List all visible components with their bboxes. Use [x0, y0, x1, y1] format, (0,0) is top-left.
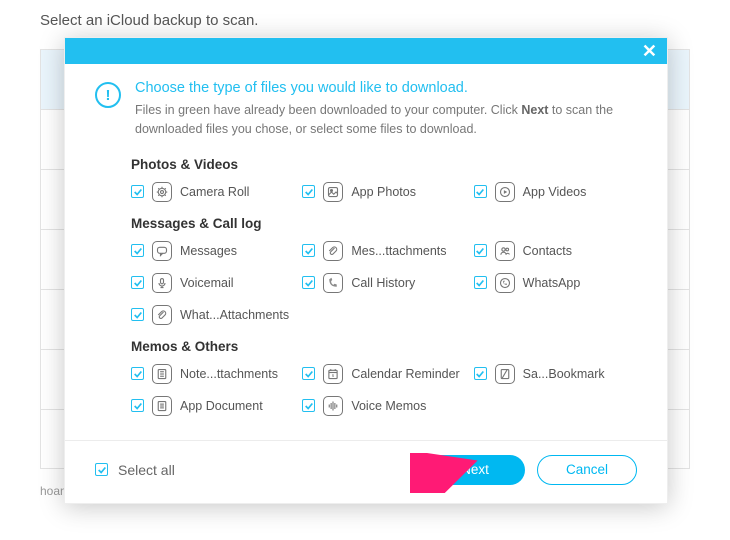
item-label: What...Attachments: [180, 308, 289, 322]
category-title: Messages & Call log: [131, 216, 637, 231]
file-type-modal: ✕ ! Choose the type of files you would l…: [64, 37, 668, 504]
file-type-item[interactable]: Mes...ttachments: [302, 241, 465, 261]
document-icon: [152, 396, 172, 416]
file-type-item[interactable]: WhatsApp: [474, 273, 637, 293]
item-label: Calendar Reminder: [351, 367, 459, 381]
file-type-item[interactable]: Note...ttachments: [131, 364, 294, 384]
attachments-icon: [323, 241, 343, 261]
voice-memos-icon: [323, 396, 343, 416]
file-type-item[interactable]: Call History: [302, 273, 465, 293]
item-label: Call History: [351, 276, 415, 290]
item-checkbox[interactable]: [474, 244, 487, 257]
item-label: Messages: [180, 244, 237, 258]
items-grid: Messages Mes...ttachments Contacts Voicemai…: [131, 241, 637, 325]
cancel-button[interactable]: Cancel: [537, 455, 637, 485]
item-label: App Photos: [351, 185, 416, 199]
item-checkbox[interactable]: [131, 399, 144, 412]
bookmark-icon: [495, 364, 515, 384]
modal-title: Choose the type of files you would like …: [135, 80, 637, 96]
item-checkbox[interactable]: [131, 185, 144, 198]
select-all-checkbox[interactable]: [95, 463, 108, 476]
app-photos-icon: [323, 182, 343, 202]
select-all-label: Select all: [118, 462, 175, 478]
app-videos-icon: [495, 182, 515, 202]
file-type-item[interactable]: 6 Calendar Reminder: [302, 364, 465, 384]
item-checkbox[interactable]: [131, 276, 144, 289]
svg-text:6: 6: [332, 373, 335, 378]
items-grid: Camera Roll App Photos App Videos: [131, 182, 637, 202]
item-checkbox[interactable]: [131, 244, 144, 257]
item-checkbox[interactable]: [474, 276, 487, 289]
info-icon: !: [95, 82, 121, 108]
item-label: App Document: [180, 399, 263, 413]
item-label: Voice Memos: [351, 399, 426, 413]
file-type-item[interactable]: Sa...Bookmark: [474, 364, 637, 384]
item-checkbox[interactable]: [474, 367, 487, 380]
item-label: WhatsApp: [523, 276, 581, 290]
notes-icon: [152, 364, 172, 384]
item-label: Camera Roll: [180, 185, 249, 199]
next-button[interactable]: Next: [425, 455, 525, 485]
camera-roll-icon: [152, 182, 172, 202]
file-type-item[interactable]: App Document: [131, 396, 294, 416]
item-checkbox[interactable]: [474, 185, 487, 198]
category-title: Photos & Videos: [131, 157, 637, 172]
contacts-icon: [495, 241, 515, 261]
category-section: Memos & Others Note...ttachments 6 Calendar…: [95, 339, 637, 416]
file-type-item[interactable]: Messages: [131, 241, 294, 261]
file-type-item[interactable]: Contacts: [474, 241, 637, 261]
file-type-item[interactable]: Camera Roll: [131, 182, 294, 202]
item-checkbox[interactable]: [302, 244, 315, 257]
item-checkbox[interactable]: [302, 276, 315, 289]
page-title: Select an iCloud backup to scan.: [40, 12, 690, 29]
item-checkbox[interactable]: [302, 399, 315, 412]
item-label: Contacts: [523, 244, 572, 258]
item-label: Voicemail: [180, 276, 234, 290]
file-type-item[interactable]: Voice Memos: [302, 396, 465, 416]
calendar-icon: 6: [323, 364, 343, 384]
file-type-item[interactable]: What...Attachments: [131, 305, 294, 325]
file-type-item[interactable]: Voicemail: [131, 273, 294, 293]
voicemail-icon: [152, 273, 172, 293]
item-checkbox[interactable]: [131, 308, 144, 321]
modal-header: ✕: [65, 38, 667, 64]
category-section: Messages & Call log Messages Mes...ttachme…: [95, 216, 637, 325]
file-type-item[interactable]: App Videos: [474, 182, 637, 202]
items-grid: Note...ttachments 6 Calendar Reminder Sa...…: [131, 364, 637, 416]
item-checkbox[interactable]: [302, 367, 315, 380]
category-section: Photos & Videos Camera Roll App Photos App …: [95, 157, 637, 202]
close-icon[interactable]: ✕: [642, 42, 657, 60]
item-label: Mes...ttachments: [351, 244, 446, 258]
messages-icon: [152, 241, 172, 261]
item-checkbox[interactable]: [302, 185, 315, 198]
attachments-icon: [152, 305, 172, 325]
item-label: Note...ttachments: [180, 367, 278, 381]
modal-subtitle: Files in green have already been downloa…: [135, 101, 637, 139]
category-title: Memos & Others: [131, 339, 637, 354]
file-type-item[interactable]: App Photos: [302, 182, 465, 202]
whatsapp-icon: [495, 273, 515, 293]
item-label: Sa...Bookmark: [523, 367, 605, 381]
call-history-icon: [323, 273, 343, 293]
item-checkbox[interactable]: [131, 367, 144, 380]
item-label: App Videos: [523, 185, 587, 199]
